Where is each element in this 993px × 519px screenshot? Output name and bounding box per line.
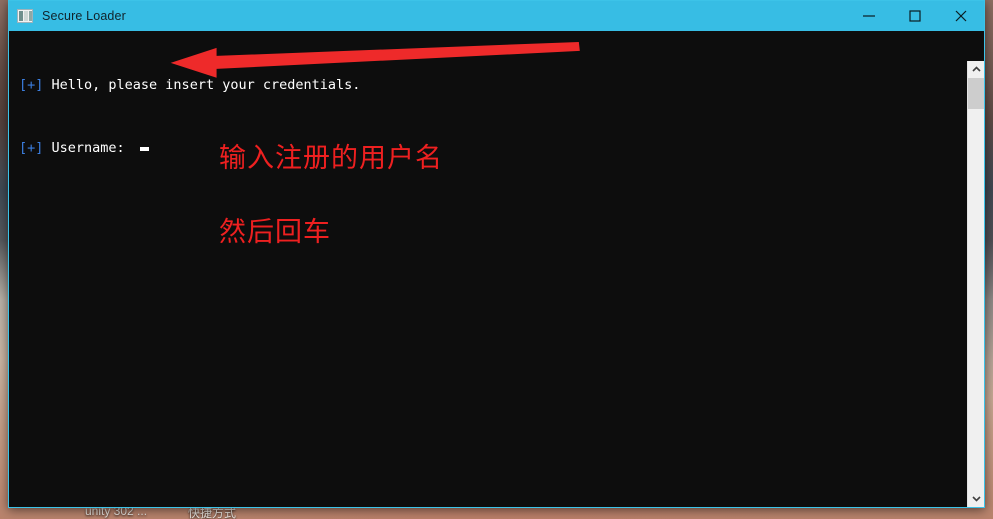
console-line-text: Username: xyxy=(43,140,133,156)
console-line-text: Hello, please insert your credentials. xyxy=(43,77,361,93)
close-button[interactable] xyxy=(938,1,984,31)
scrollbar-thumb[interactable] xyxy=(968,78,984,109)
window-title-bar[interactable]: Secure Loader xyxy=(9,1,984,31)
minimize-button[interactable] xyxy=(846,1,892,31)
console-output-area[interactable]: [+] Hello, please insert your credential… xyxy=(9,31,984,507)
secure-loader-window: Secure Loader [+] Hello, please insert y… xyxy=(8,0,985,508)
vertical-scrollbar[interactable] xyxy=(967,61,984,507)
console-line: [+] Hello, please insert your credential… xyxy=(19,75,360,96)
scroll-up-arrow-icon[interactable] xyxy=(968,61,984,78)
scrollbar-track[interactable] xyxy=(968,109,984,490)
console-line-tag: [+] xyxy=(19,77,44,93)
annotation-text: 输入注册的用户名 然后回车 xyxy=(219,103,443,288)
window-title: Secure Loader xyxy=(42,9,126,23)
annotation-line-2: 然后回车 xyxy=(219,217,331,248)
text-cursor xyxy=(139,147,149,151)
console-line-tag: [+] xyxy=(19,140,44,156)
annotation-line-1: 输入注册的用户名 xyxy=(219,143,443,174)
maximize-button[interactable] xyxy=(892,1,938,31)
scroll-down-arrow-icon[interactable] xyxy=(968,490,984,507)
window-controls xyxy=(846,1,984,31)
application-window-icon xyxy=(17,9,33,23)
